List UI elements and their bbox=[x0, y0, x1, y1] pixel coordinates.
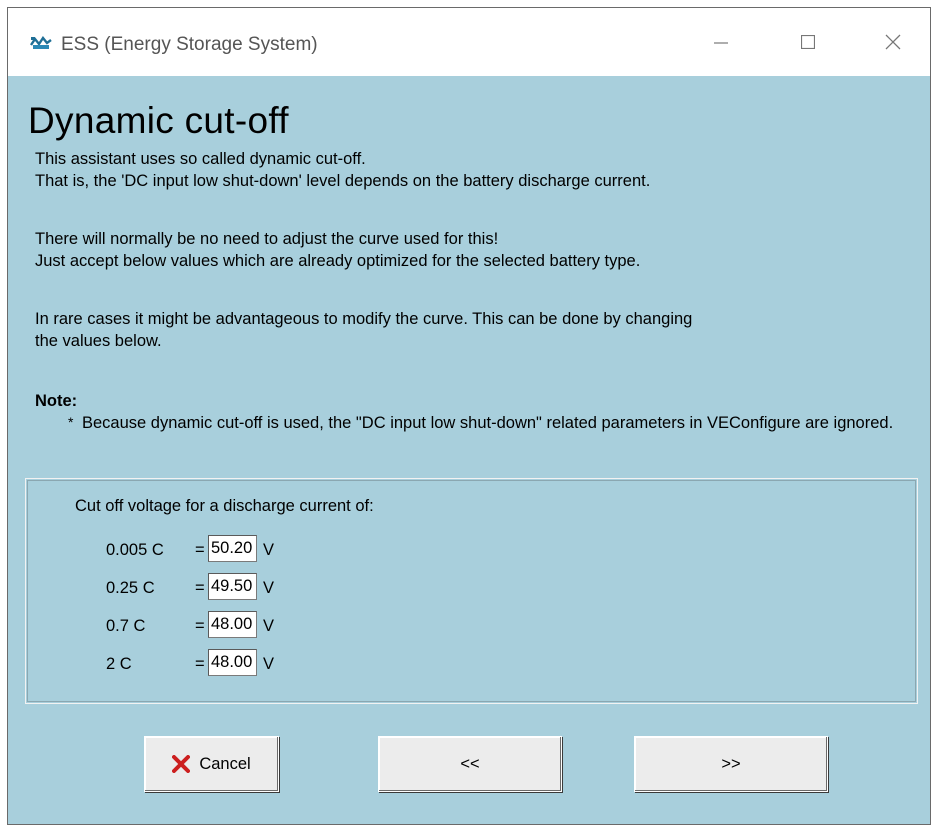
window-title: ESS (Energy Storage System) bbox=[61, 34, 318, 55]
intro-paragraph: This assistant uses so called dynamic cu… bbox=[35, 150, 651, 190]
voltage-input-07c[interactable] bbox=[208, 611, 257, 638]
unit-label: V bbox=[263, 541, 275, 559]
equals-sign: = bbox=[195, 655, 205, 673]
title-bar: ESS (Energy Storage System) bbox=[8, 8, 930, 76]
ess-window: ESS (Energy Storage System) Dynamic cut-… bbox=[7, 7, 931, 825]
row-label-0005c: 0.005 C bbox=[106, 541, 164, 559]
row-label-07c: 0.7 C bbox=[106, 617, 146, 635]
close-button[interactable] bbox=[870, 22, 916, 62]
modify-paragraph: In rare cases it might be advantageous t… bbox=[35, 310, 693, 350]
unit-label: V bbox=[263, 655, 275, 673]
row-label-025c: 0.25 C bbox=[106, 579, 155, 597]
cancel-x-icon bbox=[172, 755, 191, 773]
equals-sign: = bbox=[195, 579, 205, 597]
wizard-content: Dynamic cut-off This assistant uses so c… bbox=[8, 76, 930, 824]
advice-paragraph: There will normally be no need to adjust… bbox=[35, 230, 641, 270]
close-icon bbox=[885, 34, 901, 50]
cutoff-voltage-group: Cut off voltage for a discharge current … bbox=[25, 478, 918, 704]
page-title: Dynamic cut-off bbox=[28, 100, 289, 141]
back-button[interactable]: << bbox=[378, 736, 562, 792]
next-button[interactable]: >> bbox=[634, 736, 828, 792]
cancel-button[interactable]: Cancel bbox=[144, 736, 279, 792]
note-label: Note: bbox=[35, 392, 78, 410]
row-label-2c: 2 C bbox=[106, 655, 132, 673]
note-bullet: * bbox=[68, 414, 74, 430]
next-button-label: >> bbox=[721, 754, 741, 773]
minimize-button[interactable] bbox=[698, 22, 744, 62]
equals-sign: = bbox=[195, 541, 205, 559]
unit-label: V bbox=[263, 617, 275, 635]
cancel-button-label: Cancel bbox=[199, 754, 251, 773]
voltage-input-0005c[interactable] bbox=[208, 535, 257, 562]
voltage-input-2c[interactable] bbox=[208, 649, 257, 676]
maximize-button[interactable] bbox=[785, 22, 831, 62]
maximize-icon bbox=[801, 35, 815, 49]
equals-sign: = bbox=[195, 617, 205, 635]
ess-app-icon bbox=[30, 35, 52, 50]
note-text: Because dynamic cut-off is used, the "DC… bbox=[82, 414, 894, 432]
back-button-label: << bbox=[460, 754, 480, 773]
minimize-icon bbox=[714, 42, 728, 44]
cutoff-group-title: Cut off voltage for a discharge current … bbox=[75, 497, 374, 515]
unit-label: V bbox=[263, 579, 275, 597]
voltage-input-025c[interactable] bbox=[208, 573, 257, 600]
